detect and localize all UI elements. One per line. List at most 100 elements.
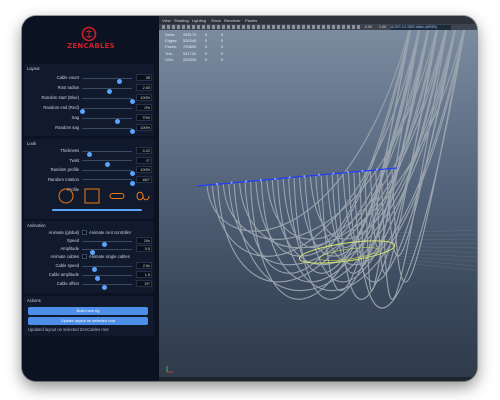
- random-profile-value-field[interactable]: 100%: [136, 166, 152, 173]
- animate-cables-checkbox[interactable]: [82, 254, 87, 259]
- menu-panels[interactable]: Panels: [245, 18, 257, 23]
- rail-point[interactable]: [303, 175, 306, 178]
- toolbar-tool-icon[interactable]: [237, 25, 240, 29]
- sag-slider[interactable]: [82, 117, 132, 124]
- rail-point[interactable]: [332, 172, 335, 175]
- toolbar-tool-icon[interactable]: [177, 25, 180, 29]
- cable-offset-value-field[interactable]: 19°: [136, 280, 152, 287]
- toolbar-tool-icon[interactable]: [342, 25, 345, 29]
- random-sag-slider-handle[interactable]: [129, 129, 135, 134]
- toolbar-tool-icon[interactable]: [197, 25, 200, 29]
- cable-amplitude-value-field[interactable]: 1.5: [136, 271, 152, 278]
- cable-strand[interactable]: [244, 16, 414, 274]
- rail-point[interactable]: [288, 176, 291, 179]
- menu-view[interactable]: View: [162, 18, 171, 23]
- toolbar-tool-icon[interactable]: [252, 25, 255, 29]
- toolbar-tool-icon[interactable]: [272, 25, 275, 29]
- rail-point[interactable]: [361, 169, 364, 172]
- toolbar-tool-icon[interactable]: [222, 25, 225, 29]
- cable-strand[interactable]: [331, 16, 432, 274]
- toolbar-tool-icon[interactable]: [352, 25, 355, 29]
- toolbar-tool-icon[interactable]: [307, 25, 310, 29]
- toolbar-tool-icon[interactable]: [292, 25, 295, 29]
- cable-offset-slider-handle[interactable]: [102, 285, 107, 290]
- sag-value-field[interactable]: 70%: [136, 114, 152, 121]
- random-rotation-slider-handle[interactable]: [129, 180, 135, 186]
- build-rig-button[interactable]: Build new rig: [28, 307, 148, 315]
- toolbar-tool-icon[interactable]: [347, 25, 350, 29]
- random-start-blue-slider[interactable]: [82, 97, 135, 104]
- rail-point[interactable]: [216, 183, 218, 185]
- random-end-red-slider[interactable]: [79, 107, 132, 114]
- random-start-blue-value-field[interactable]: 100%: [136, 94, 152, 101]
- toolbar-tool-icon[interactable]: [232, 25, 235, 29]
- cable-strand[interactable]: [358, 16, 414, 266]
- toolbar-tool-icon[interactable]: [287, 25, 290, 29]
- toolbar-tool-icon[interactable]: [202, 25, 205, 29]
- speed-slider[interactable]: [82, 240, 132, 247]
- cable-strand[interactable]: [206, 16, 414, 232]
- menu-renderer[interactable]: Renderer: [224, 18, 241, 23]
- cable-strand[interactable]: [211, 16, 423, 257]
- frame-field[interactable]: 0.00: [365, 25, 372, 29]
- twist-slider[interactable]: [82, 160, 132, 167]
- zoom-field[interactable]: 1.00: [379, 25, 386, 29]
- rail-point[interactable]: [230, 181, 233, 184]
- menu-show[interactable]: Show: [211, 18, 221, 23]
- 3d-viewport[interactable]: View Shading Lighting Show Renderer Pane…: [159, 16, 477, 381]
- rail-point[interactable]: [245, 180, 248, 183]
- rail-point[interactable]: [274, 177, 277, 180]
- cable-strand[interactable]: [217, 16, 432, 283]
- toolbar-tool-icon[interactable]: [217, 25, 220, 29]
- root-radius-value-field[interactable]: 2.00: [136, 84, 152, 91]
- toolbar-tool-icon[interactable]: [267, 25, 270, 29]
- toolbar-tool-icon[interactable]: [172, 25, 175, 29]
- color-space-field[interactable]: ACES 1.0 SDR-video (sRGB): [391, 24, 451, 30]
- toolbar-tool-icon[interactable]: [247, 25, 250, 29]
- toolbar-tool-icon[interactable]: [332, 25, 335, 29]
- toolbar-tool-icon[interactable]: [357, 25, 360, 29]
- menu-lighting[interactable]: Lighting: [192, 18, 206, 23]
- random-profile-slider[interactable]: [82, 169, 135, 176]
- toolbar-tool-icon[interactable]: [317, 25, 320, 29]
- thickness-slider[interactable]: [82, 150, 132, 157]
- random-sag-value-field[interactable]: 100%: [136, 124, 152, 131]
- toolbar-tool-icon[interactable]: [207, 25, 210, 29]
- toolbar-tool-icon[interactable]: [257, 25, 260, 29]
- amplitude-value-field[interactable]: 0.5: [136, 245, 152, 252]
- toolbar-tool-icon[interactable]: [277, 25, 280, 29]
- cable-offset-slider[interactable]: [82, 283, 132, 290]
- random-sag-slider[interactable]: [82, 127, 135, 134]
- twist-value-field[interactable]: 0°: [136, 156, 152, 164]
- toolbar-tool-icon[interactable]: [162, 25, 165, 29]
- cable-speed-slider[interactable]: [82, 265, 132, 272]
- toolbar-tool-icon[interactable]: [297, 25, 300, 29]
- random-end-red-value-field[interactable]: 0%: [136, 104, 152, 111]
- toolbar-tool-icon[interactable]: [312, 25, 315, 29]
- speed-value-field[interactable]: 10x: [136, 237, 152, 244]
- toolbar-tool-icon[interactable]: [212, 25, 215, 29]
- toolbar-tool-icon[interactable]: [227, 25, 230, 29]
- toolbar-tool-icon[interactable]: [327, 25, 330, 29]
- toolbar-tool-icon[interactable]: [262, 25, 265, 29]
- update-layout-button[interactable]: Update layout on selected root: [28, 317, 148, 325]
- rounded-rect-profile-icon[interactable]: [109, 188, 125, 204]
- toolbar-tool-icon[interactable]: [242, 25, 245, 29]
- menu-shading[interactable]: Shading: [174, 18, 189, 23]
- root-radius-slider[interactable]: [82, 87, 132, 94]
- random-rotation-slider[interactable]: [82, 179, 135, 186]
- rail-point[interactable]: [346, 171, 349, 174]
- circle-profile-icon[interactable]: [58, 188, 74, 204]
- toolbar-tool-icon[interactable]: [302, 25, 305, 29]
- toolbar-tool-icon[interactable]: [282, 25, 285, 29]
- toolbar-tool-icon[interactable]: [337, 25, 340, 29]
- toolbar-tool-icon[interactable]: [182, 25, 185, 29]
- animate-global-checkbox[interactable]: [82, 230, 87, 235]
- cable-count-value-field[interactable]: 35: [136, 74, 152, 81]
- toolbar-tool-icon[interactable]: [187, 25, 190, 29]
- rail-point[interactable]: [317, 173, 320, 176]
- toolbar-tool-icon[interactable]: [167, 25, 170, 29]
- loop-profile-icon[interactable]: [134, 188, 150, 204]
- thickness-value-field[interactable]: 0.22: [136, 147, 152, 154]
- toolbar-tool-icon[interactable]: [192, 25, 195, 29]
